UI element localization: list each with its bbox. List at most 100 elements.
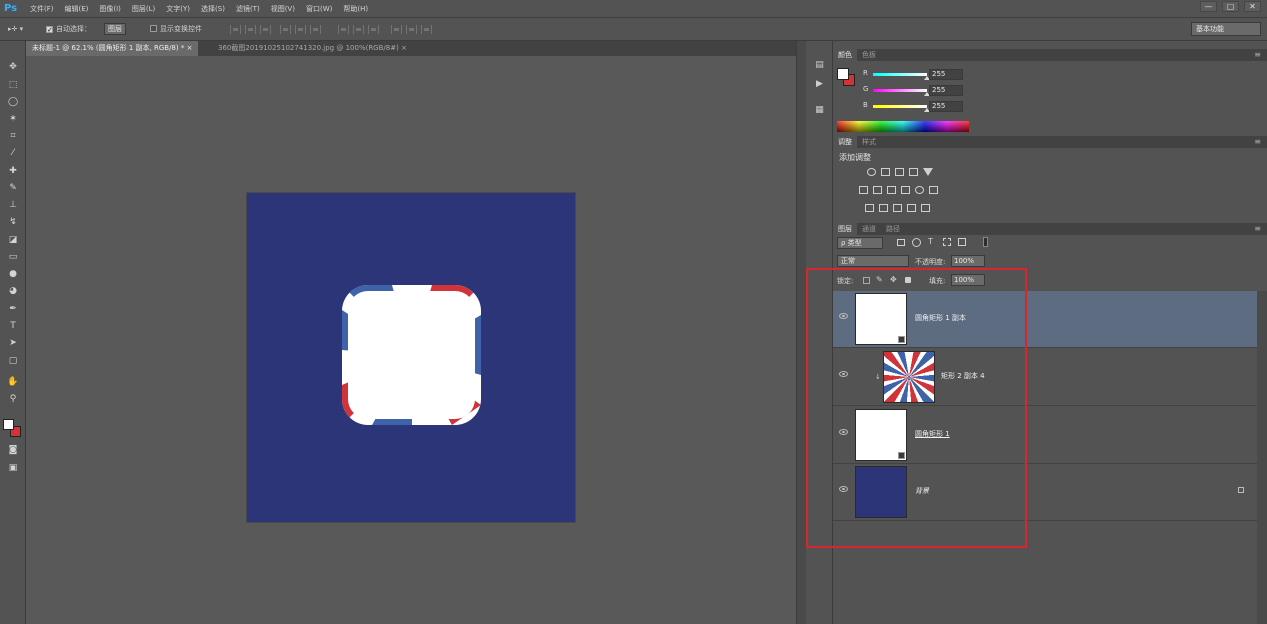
blue-value-field[interactable]: 255 [929,101,963,112]
vibrance-icon[interactable] [923,168,933,176]
color-spectrum-bar[interactable] [837,121,969,132]
tab-paths[interactable]: 路径 [881,223,905,235]
brightness-icon[interactable] [867,168,876,176]
auto-select-checkbox[interactable] [46,26,53,33]
menu-edit[interactable]: 编辑(E) [65,4,89,14]
menu-type[interactable]: 文字(Y) [166,4,190,14]
crop-tool-icon[interactable]: ⌗ [6,130,20,142]
channel-mixer-icon[interactable] [915,186,924,194]
gradient-tool-icon[interactable]: ▭ [6,251,20,263]
filter-shape-icon[interactable] [943,238,951,246]
filter-toggle-switch[interactable] [983,237,988,247]
align-vcenter-icon[interactable] [245,25,256,34]
panel-menu-icon[interactable]: ≡ [1254,137,1261,147]
dodge-tool-icon[interactable]: ◕ [6,285,20,297]
move-tool-preset[interactable]: ▸✛ ▾ [8,23,23,36]
tab-styles[interactable]: 样式 [857,136,881,148]
move-tool-icon[interactable]: ✥ [6,61,20,73]
layer-filter-dropdown[interactable]: ρ 类型 [837,237,883,249]
align-top-icon[interactable] [230,25,241,34]
red-slider-track[interactable] [873,73,927,76]
gradient-map-icon[interactable] [907,204,916,212]
tab-color[interactable]: 颜色 [833,49,857,61]
path-select-icon[interactable]: ➤ [6,337,20,349]
distribute-hcenter-icon[interactable] [406,25,417,34]
foreground-color-swatch[interactable] [3,419,14,430]
levels-icon[interactable] [881,168,890,176]
menu-layer[interactable]: 图层(L) [132,4,155,14]
menu-help[interactable]: 帮助(H) [343,4,368,14]
menu-select[interactable]: 选择(S) [201,4,225,14]
stamp-tool-icon[interactable]: ⊥ [6,199,20,211]
layers-scrollbar[interactable] [1257,291,1267,624]
workspace-select[interactable]: 基本功能 [1191,22,1261,36]
distribute-top-icon[interactable] [338,25,349,34]
menu-filter[interactable]: 滤镜(T) [236,4,260,14]
tab-layers[interactable]: 图层 [833,223,857,235]
menu-window[interactable]: 窗口(W) [306,4,332,14]
tab-channels[interactable]: 通道 [857,223,881,235]
tab-close-icon[interactable]: × [187,44,193,52]
photo-filter-icon[interactable] [901,186,910,194]
exposure-icon[interactable] [909,168,918,176]
distribute-left-icon[interactable] [391,25,402,34]
zoom-tool-icon[interactable]: ⚲ [6,393,20,405]
align-right-icon[interactable] [310,25,321,34]
canvas-vertical-scrollbar[interactable] [796,41,806,624]
align-hcenter-icon[interactable] [295,25,306,34]
history-panel-icon[interactable]: ▤ [813,59,826,71]
tab-untitled-1[interactable]: 未标题-1 @ 62.1% (圆角矩形 1 副本, RGB/8) * × [26,41,199,56]
eyedropper-icon[interactable]: ⁄ [6,147,20,159]
color-lookup-icon[interactable] [929,186,938,194]
invert-icon[interactable] [865,204,874,212]
panel-menu-icon[interactable]: ≡ [1254,50,1261,60]
opacity-field[interactable]: 100% [951,255,985,267]
show-transform-checkbox[interactable] [150,25,157,32]
align-bottom-icon[interactable] [260,25,271,34]
menu-file[interactable]: 文件(F) [30,4,54,14]
green-slider-track[interactable] [873,89,927,92]
filter-type-icon[interactable]: T [928,237,933,246]
tab-close-icon[interactable]: × [401,44,407,52]
filter-smart-object-icon[interactable] [958,238,966,246]
green-value-field[interactable]: 255 [929,85,963,96]
color-foreground-swatch[interactable] [837,68,849,80]
screen-mode-icon[interactable]: ▣ [6,462,20,474]
maximize-button[interactable]: ▢ [1222,1,1239,12]
hue-saturation-icon[interactable] [859,186,868,194]
curves-icon[interactable] [895,168,904,176]
distribute-bottom-icon[interactable] [368,25,379,34]
align-left-icon[interactable] [280,25,291,34]
brush-tool-icon[interactable]: ✎ [6,182,20,194]
blue-slider-track[interactable] [873,105,927,108]
marquee-tool-icon[interactable]: ⬚ [6,79,20,91]
red-value-field[interactable]: 255 [929,69,963,80]
black-white-icon[interactable] [887,186,896,194]
eraser-tool-icon[interactable]: ◪ [6,234,20,246]
auto-select-value[interactable]: 图层 [104,23,126,35]
tab-screenshot-jpg[interactable]: 360截图20191025102741320.jpg @ 100%(RGB/8#… [212,41,413,56]
distribute-vcenter-icon[interactable] [353,25,364,34]
tab-adjustments[interactable]: 调整 [833,136,857,148]
lasso-tool-icon[interactable]: ◯ [6,96,20,108]
color-balance-icon[interactable] [873,186,882,194]
auto-select-dropdown[interactable]: 图层 [104,23,126,36]
posterize-icon[interactable] [879,204,888,212]
quick-mask-icon[interactable]: ◙ [6,444,20,456]
menu-image[interactable]: 图像(I) [99,4,121,14]
panel-menu-icon[interactable]: ≡ [1254,224,1261,234]
tab-swatches[interactable]: 色板 [857,49,881,61]
hand-tool-icon[interactable]: ✋ [6,376,20,388]
properties-panel-icon[interactable]: ▦ [813,104,826,116]
history-brush-icon[interactable]: ↯ [6,216,20,228]
selective-color-icon[interactable] [921,204,930,212]
close-button[interactable]: ✕ [1244,1,1261,12]
auto-select-option[interactable]: 自动选择： [46,23,91,36]
filter-adjustment-icon[interactable] [912,238,921,247]
actions-panel-icon[interactable]: ▶ [813,78,826,90]
menu-view[interactable]: 视图(V) [271,4,295,14]
healing-brush-icon[interactable]: ✚ [6,165,20,177]
canvas-area[interactable] [26,56,796,624]
show-transform-option[interactable]: 显示变换控件 [150,23,202,36]
type-tool-icon[interactable]: T [6,320,20,332]
